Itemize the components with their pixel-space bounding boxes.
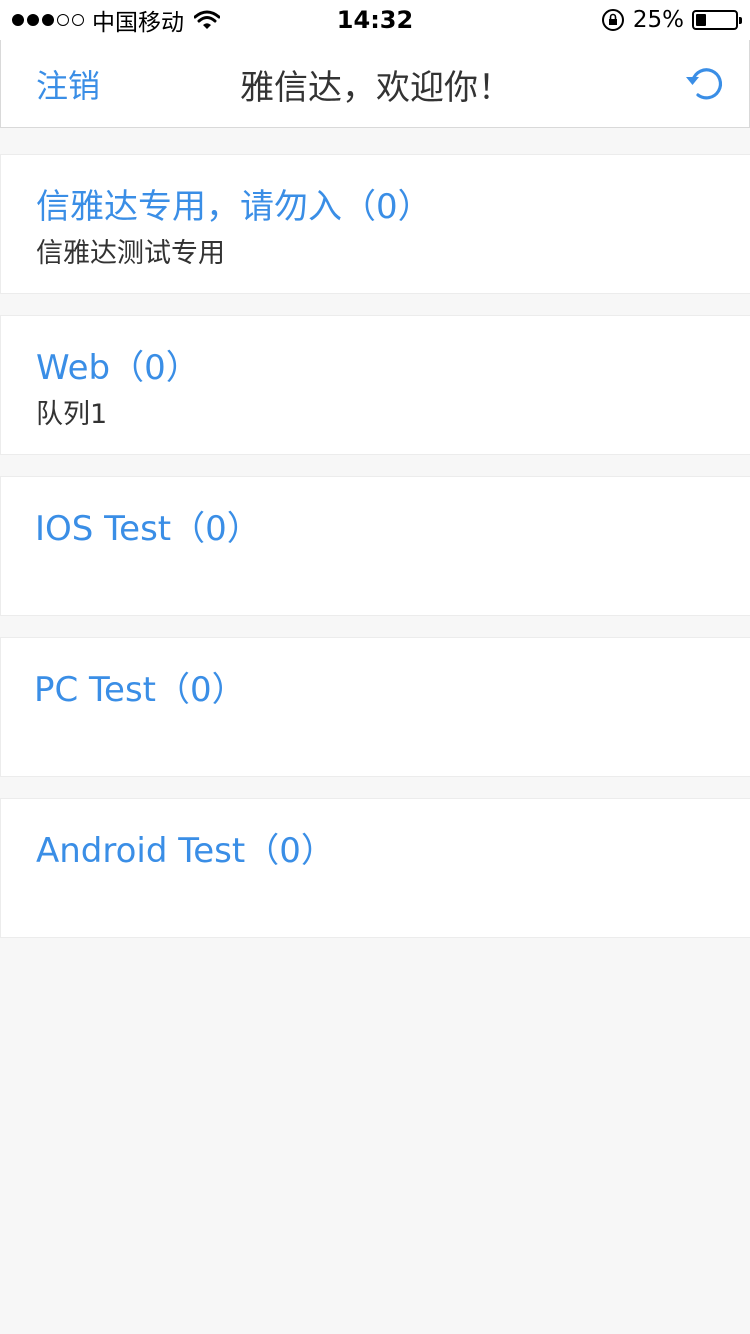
status-bar: 中国移动 14:32 25% — [0, 0, 750, 40]
queue-card[interactable]: Web（0） 队列1 — [0, 315, 750, 455]
queue-card[interactable]: PC Test（0） — [0, 637, 750, 777]
queue-title: IOS Test（0） — [35, 509, 261, 549]
queue-title: Android Test（0） — [36, 831, 335, 871]
battery-icon — [692, 10, 742, 30]
battery-level-fill — [696, 14, 706, 26]
status-right: 25% — [601, 0, 742, 40]
queue-list: 信雅达专用，请勿入（0） 信雅达测试专用 Web（0） 队列1 IOS Test… — [0, 154, 750, 959]
refresh-icon[interactable] — [683, 62, 727, 106]
queue-description: 信雅达测试专用 — [36, 238, 225, 269]
queue-card[interactable]: 信雅达专用，请勿入（0） 信雅达测试专用 — [0, 154, 750, 294]
queue-title: PC Test（0） — [34, 670, 246, 710]
page-title: 雅信达，欢迎你！ — [240, 67, 512, 108]
battery-percent: 25% — [632, 7, 684, 33]
queue-description: 队列1 — [36, 399, 108, 430]
queue-card[interactable]: IOS Test（0） — [0, 476, 750, 616]
rotation-lock-icon — [601, 9, 624, 31]
navigation-bar: 注销 雅信达，欢迎你！ — [0, 40, 750, 128]
queue-card[interactable]: Android Test（0） — [0, 798, 750, 938]
logout-button[interactable]: 注销 — [36, 40, 100, 128]
queue-title: Web（0） — [36, 348, 200, 388]
queue-title: 信雅达专用，请勿入（0） — [36, 187, 432, 227]
